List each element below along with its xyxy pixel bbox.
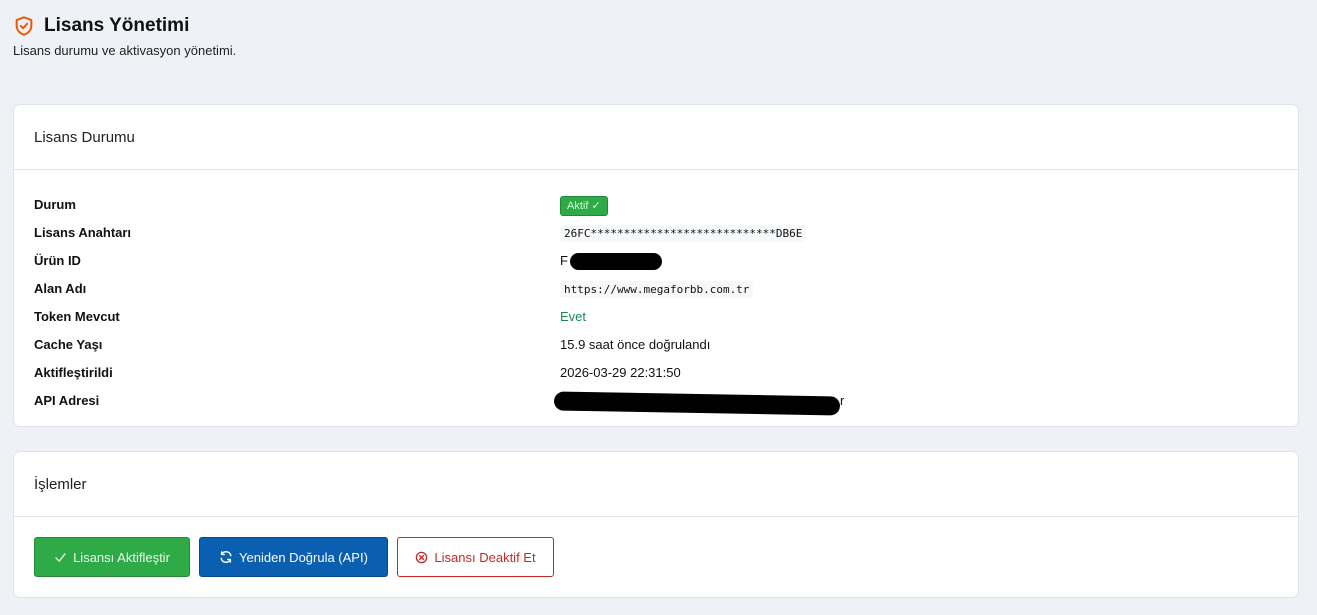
revalidate-api-button[interactable]: Yeniden Doğrula (API) <box>199 537 388 577</box>
info-value-api-address: r <box>553 387 844 416</box>
redaction-mark <box>553 391 841 416</box>
info-row-cache-age: Cache Yaşı 15.9 saat önce doğrulandı <box>34 331 1298 359</box>
info-row-domain: Alan Adı https://www.megaforbb.com.tr <box>34 275 1298 303</box>
info-row-token: Token Mevcut Evet <box>34 303 1298 331</box>
domain-code: https://www.megaforbb.com.tr <box>560 281 754 298</box>
info-label: Durum <box>34 197 76 212</box>
info-value-activated: 2026-03-29 22:31:50 <box>560 365 681 380</box>
activate-license-label: Lisansı Aktifleştir <box>73 549 170 565</box>
revalidate-api-label: Yeniden Doğrula (API) <box>239 549 368 565</box>
check-icon <box>54 551 67 564</box>
info-value-product-id: F <box>560 247 662 275</box>
license-status-header: Lisans Durumu <box>14 105 1298 170</box>
license-status-card: Lisans Durumu Durum Aktif ✓ Lisans Anaht… <box>13 104 1299 427</box>
activate-license-button[interactable]: Lisansı Aktifleştir <box>34 537 190 577</box>
status-badge: Aktif ✓ <box>560 195 608 216</box>
actions-header: İşlemler <box>14 452 1298 517</box>
product-id-text: F <box>560 253 568 268</box>
info-value-token: Evet <box>560 309 587 324</box>
license-info-list: Durum Aktif ✓ Lisans Anahtarı 26FC******… <box>34 191 1298 416</box>
info-value-domain: https://www.megaforbb.com.tr <box>560 275 754 304</box>
refresh-icon <box>219 550 233 564</box>
info-row-license-key: Lisans Anahtarı 26FC********************… <box>34 219 1298 247</box>
page-title-row: Lisans Yönetimi <box>13 12 236 40</box>
api-address-text: r <box>840 393 845 408</box>
info-value-license-key: 26FC****************************DB6E <box>560 219 807 248</box>
actions-button-group: Lisansı Aktifleştir Yeniden Doğrula (API… <box>34 537 554 577</box>
deactivate-license-button[interactable]: Lisansı Deaktif Et <box>397 537 554 577</box>
info-label: Aktifleştirildi <box>34 365 113 380</box>
info-row-activated: Aktifleştirildi 2026-03-29 22:31:50 <box>34 359 1298 387</box>
license-status-title: Lisans Durumu <box>34 128 135 146</box>
actions-card: İşlemler Lisansı Aktifleştir Yeniden Doğ… <box>13 451 1299 598</box>
info-row-product-id: Ürün ID F <box>34 247 1298 275</box>
info-row-status: Durum Aktif ✓ <box>34 191 1298 219</box>
info-label: Cache Yaşı <box>34 337 103 352</box>
info-label: API Adresi <box>34 393 100 408</box>
page-subtitle: Lisans durumu ve aktivasyon yönetimi. <box>13 43 237 58</box>
info-label: Lisans Anahtarı <box>34 225 132 240</box>
deactivate-license-label: Lisansı Deaktif Et <box>434 549 536 565</box>
circle-x-icon <box>415 551 428 564</box>
shield-check-icon <box>13 15 35 37</box>
info-label: Token Mevcut <box>34 309 120 324</box>
info-label: Alan Adı <box>34 281 87 296</box>
page-title: Lisans Yönetimi <box>44 15 190 36</box>
info-label: Ürün ID <box>34 253 81 268</box>
redaction-mark <box>570 253 662 270</box>
info-value-status: Aktif ✓ <box>560 191 608 219</box>
license-key-code: 26FC****************************DB6E <box>560 225 807 242</box>
info-value-cache-age: 15.9 saat önce doğrulandı <box>560 337 711 352</box>
page-header: Lisans Yönetimi Lisans durumu ve aktivas… <box>13 12 236 58</box>
info-row-api-address: API Adresi r <box>34 387 1298 416</box>
actions-title: İşlemler <box>34 475 87 493</box>
